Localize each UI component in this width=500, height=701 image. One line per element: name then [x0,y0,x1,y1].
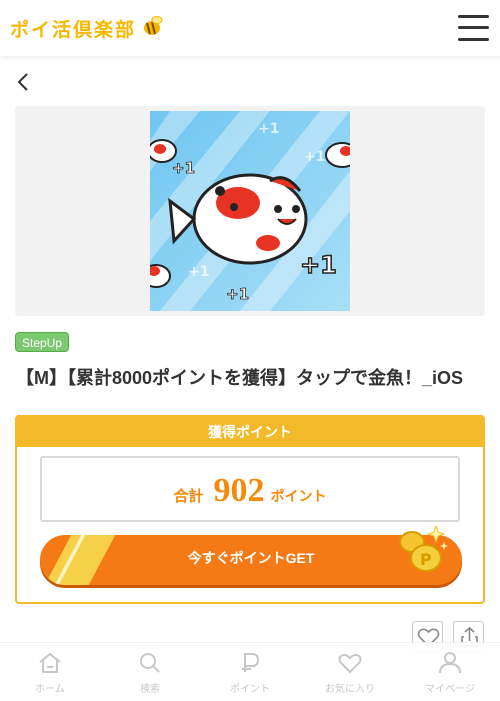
svg-text:+1: +1 [226,285,249,303]
tab-label: お気に入り [325,684,375,695]
hamburger-icon[interactable] [458,14,490,42]
total-label: 合計 [173,488,204,505]
total-unit: ポイント [270,488,327,504]
svg-text:P: P [420,550,432,569]
banner-container: +1 +1 +1 +1 +1 +1 [15,106,485,316]
chevron-left-icon[interactable] [14,70,34,94]
svg-text:+1: +1 [172,159,195,177]
logo-text: ポイ活倶楽部 [10,18,137,41]
heart-icon [338,653,362,674]
tab-label: 検索 [140,684,160,695]
offer-title: 【M】【累計8000ポイントを獲得】タップで金魚！_iOS [16,368,464,388]
svg-text:+1: +1 [304,149,325,165]
points-total: 合計 902 ポイント [40,456,460,522]
svg-text:+1: +1 [188,264,209,280]
coins-icon: P [390,522,450,580]
app-header: ポイ活倶楽部 [0,0,500,56]
tab-label: ホーム [35,684,65,695]
tab-home[interactable]: ホーム [0,643,100,701]
person-icon [439,652,461,674]
svg-text:+1: +1 [258,121,279,137]
status-badge: StepUp [15,332,70,352]
site-logo[interactable]: ポイ活倶楽部 [10,14,164,42]
fish-game-banner[interactable]: +1 +1 +1 +1 +1 +1 [150,111,350,311]
tab-points[interactable]: ポイント [200,643,300,701]
tab-label: ポイント [230,684,270,695]
home-icon [39,652,61,673]
tab-label: マイページ [425,684,475,695]
tab-search[interactable]: 検索 [100,643,200,701]
point-icon [242,653,260,672]
bottom-tab-bar: ホーム 検索 ポイント お気に入り マイページ [0,642,500,700]
search-icon [140,653,160,673]
svg-text:+1: +1 [300,251,337,279]
bee-icon [140,14,164,42]
tab-favorites[interactable]: お気に入り [300,643,400,701]
tab-mypage[interactable]: マイページ [400,643,500,701]
points-heading: 獲得ポイント [17,417,483,447]
total-value: 902 [213,472,265,509]
